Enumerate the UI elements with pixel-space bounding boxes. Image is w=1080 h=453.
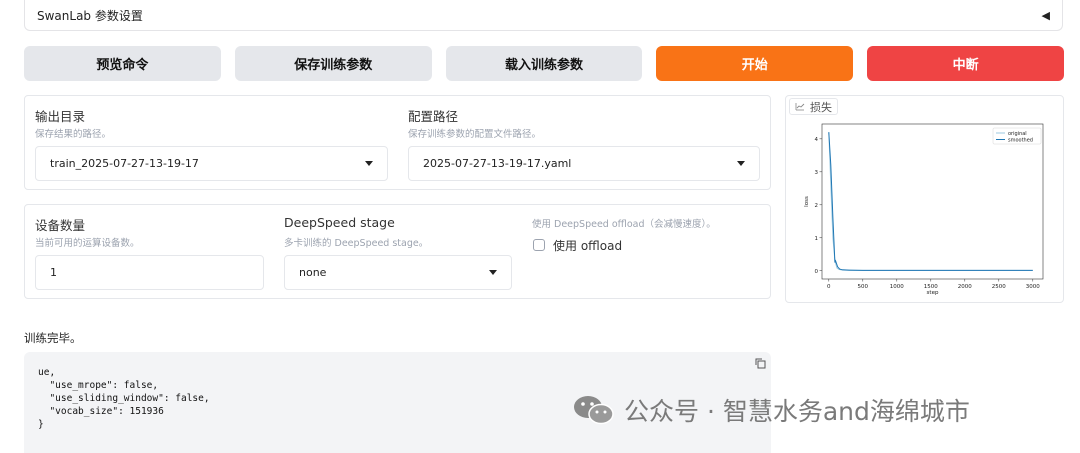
device-count-input[interactable]: 1 bbox=[35, 255, 264, 290]
plot-frame bbox=[821, 123, 1044, 280]
x-axis-label: step bbox=[927, 290, 939, 296]
loss-chart: 0 500 1000 1500 2000 2500 300001234steplossori… bbox=[804, 123, 1044, 296]
ds-stage-hint: 多卡训练的 DeepSpeed stage。 bbox=[284, 238, 429, 249]
output-dir-dropdown[interactable]: train_2025-07-27-13-19-17 bbox=[35, 146, 388, 181]
legend-label-smoothed: smoothed bbox=[1008, 137, 1033, 143]
device-count-value: 1 bbox=[50, 266, 57, 279]
ds-stage-dropdown[interactable]: none bbox=[284, 255, 512, 290]
start-button[interactable]: 开始 bbox=[656, 46, 854, 81]
output-dir-hint: 保存结果的路径。 bbox=[35, 129, 112, 140]
y-tick-label: 4 bbox=[815, 137, 819, 143]
y-axis-label: loss bbox=[804, 196, 810, 207]
output-dir-label: 输出目录 bbox=[35, 109, 86, 124]
loss-plot-tab: 损失 bbox=[789, 98, 838, 115]
collapse-triangle-icon[interactable]: ◀ bbox=[1042, 9, 1050, 22]
loss-plot-tab-label: 损失 bbox=[810, 100, 832, 114]
training-status-text: 训练完毕。 bbox=[24, 331, 82, 345]
ds-offload-hint: 使用 DeepSpeed offload（会减慢速度）。 bbox=[532, 219, 716, 230]
device-deepspeed-panel: 设备数量 当前可用的运算设备数。 1 DeepSpeed stage 多卡训练的… bbox=[24, 204, 771, 299]
y-tick-label: 1 bbox=[815, 236, 819, 242]
x-tick-label: 3000 bbox=[1026, 284, 1040, 290]
preview-command-button[interactable]: 预览命令 bbox=[24, 46, 221, 81]
x-tick-label: 0 bbox=[827, 284, 831, 290]
y-tick-label: 0 bbox=[815, 269, 819, 275]
config-path-value: 2025-07-27-13-19-17.yaml bbox=[423, 157, 572, 170]
series-line-original bbox=[828, 132, 1033, 271]
abort-button[interactable]: 中断 bbox=[867, 46, 1064, 81]
chevron-down-icon bbox=[737, 161, 745, 166]
loss-plot-panel: 损失 0 500 1000 1500 2000 2500 3000 0 1 2 3 4 step loss… bbox=[785, 95, 1064, 303]
device-count-label: 设备数量 bbox=[35, 218, 86, 233]
x-tick-label: 2000 bbox=[958, 284, 972, 290]
series-line-smoothed bbox=[828, 132, 1033, 271]
wechat-icon bbox=[574, 396, 614, 425]
x-tick-label: 500 bbox=[858, 284, 869, 290]
ds-stage-value: none bbox=[299, 266, 327, 279]
x-tick-label: 2500 bbox=[992, 284, 1006, 290]
load-args-button[interactable]: 载入训练参数 bbox=[445, 46, 643, 81]
device-count-hint: 当前可用的运算设备数。 bbox=[35, 238, 140, 249]
config-path-hint: 保存训练参数的配置文件路径。 bbox=[408, 129, 542, 140]
copy-icon[interactable] bbox=[755, 358, 766, 369]
wechat-watermark: 公众号 · 智慧水务and海绵城市 bbox=[572, 392, 970, 428]
chevron-down-icon bbox=[365, 161, 373, 166]
watermark-text: 公众号 · 智慧水务and海绵城市 bbox=[624, 397, 970, 426]
y-tick-label: 2 bbox=[815, 203, 819, 209]
save-args-button[interactable]: 保存训练参数 bbox=[234, 46, 432, 81]
ds-offload-checkbox[interactable] bbox=[533, 239, 545, 251]
accordion-title: SwanLab 参数设置 bbox=[37, 8, 143, 23]
y-tick-label: 3 bbox=[815, 170, 819, 176]
swanlab-settings-accordion[interactable]: SwanLab 参数设置 ◀ bbox=[24, 0, 1063, 31]
line-chart-icon bbox=[795, 103, 805, 111]
output-dir-value: train_2025-07-27-13-19-17 bbox=[50, 157, 199, 170]
config-path-label: 配置路径 bbox=[408, 109, 459, 124]
action-button-row: 预览命令 保存训练参数 载入训练参数 开始 中断 bbox=[24, 46, 1064, 81]
x-tick-label: 1000 bbox=[890, 284, 904, 290]
legend-label-original: original bbox=[1008, 131, 1027, 137]
ds-offload-checkbox-label[interactable]: 使用 offload bbox=[553, 237, 622, 254]
ds-stage-label: DeepSpeed stage bbox=[284, 215, 395, 230]
output-config-panel: 输出目录 保存结果的路径。 train_2025-07-27-13-19-17 … bbox=[24, 95, 771, 190]
chevron-down-icon bbox=[489, 270, 497, 275]
config-path-dropdown[interactable]: 2025-07-27-13-19-17.yaml bbox=[408, 146, 760, 181]
